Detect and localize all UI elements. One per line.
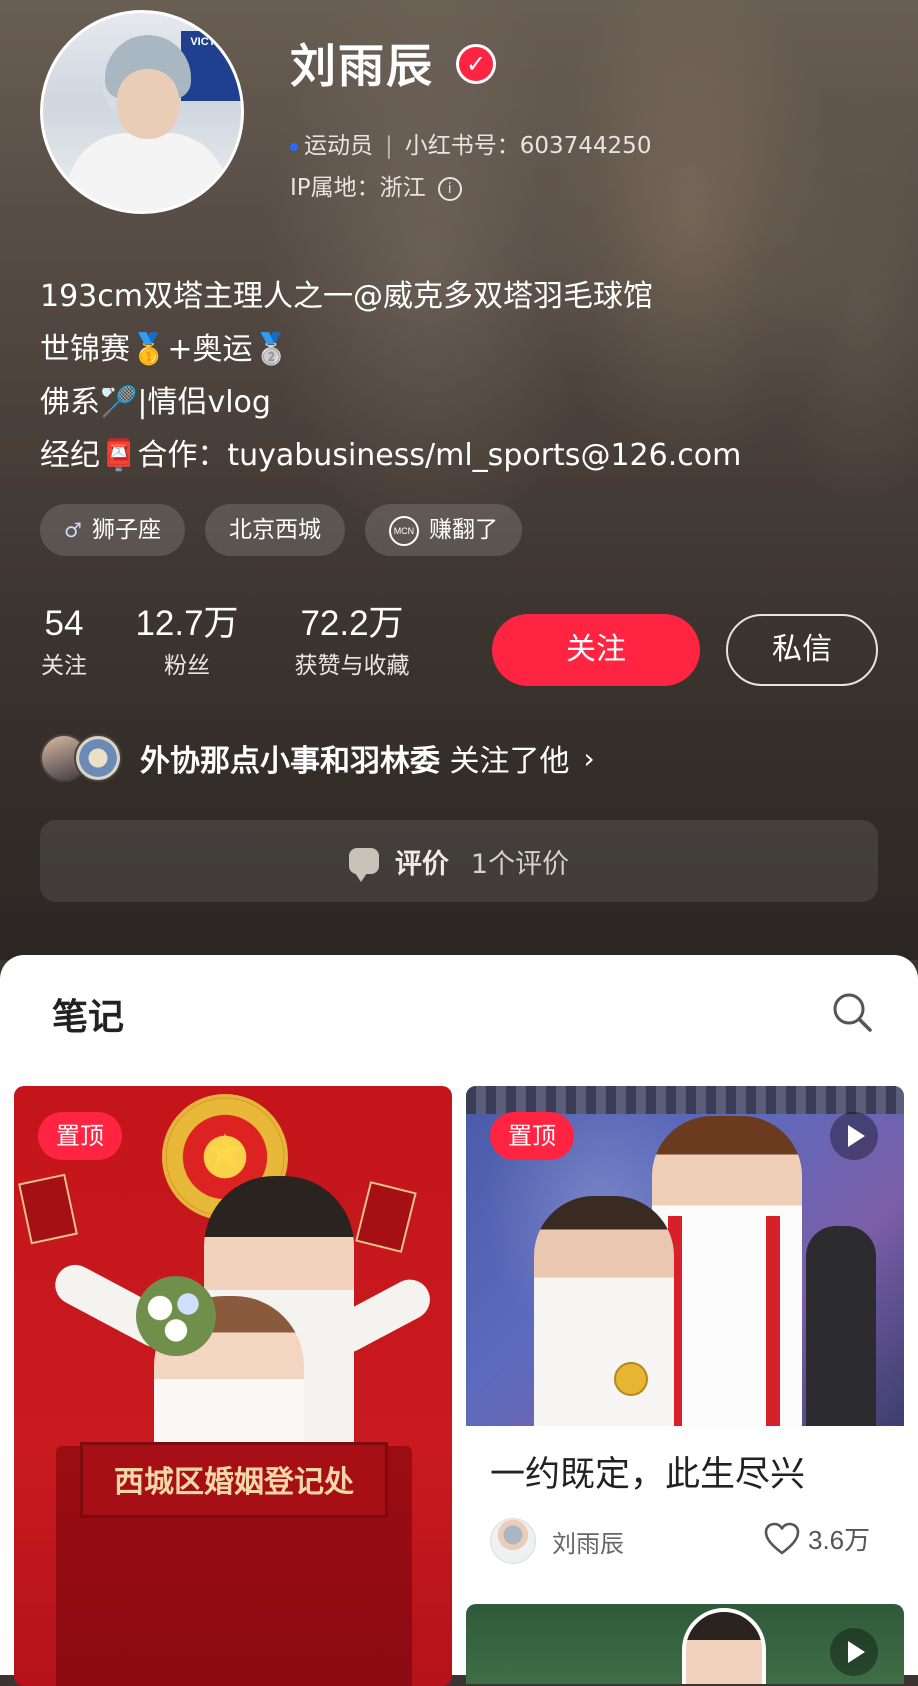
photo-background-person [806,1226,876,1426]
stat-fans-label: 粉丝 [164,653,210,679]
stat-fans-value: 12.7万 [135,604,239,643]
like-count: 3.6万 [808,1525,871,1555]
stat-following-label: 关注 [41,653,87,679]
chevron-right-icon: › [583,741,595,775]
avatar-shirt [67,133,227,211]
photo-bouquet [136,1276,216,1356]
note-author[interactable]: 刘雨辰 [490,1518,624,1564]
author-name: 刘雨辰 [552,1529,624,1558]
note-card-olympics[interactable]: 置顶 [466,1086,904,1426]
verified-badge-icon: ✓ [456,44,496,84]
tag-label: 北京西城 [228,517,321,543]
message-button[interactable]: 私信 [726,614,878,686]
bio-line: 193cm双塔主理人之一@威克多双塔羽毛球馆 [40,279,653,314]
tag-location[interactable]: 北京西城 [204,504,345,556]
male-icon: ♂ [64,518,82,542]
stat-likes[interactable]: 72.2万 获赞与收藏 [280,602,424,686]
mutual-names: 外协那点小事和羽林委 [140,744,440,779]
bio-line: 世锦赛🥇+奥运🥈 [40,332,290,367]
note-title[interactable]: 一约既定，此生尽兴 [490,1446,805,1497]
photo-stands [466,1086,904,1114]
follow-button[interactable]: 关注 [492,614,700,686]
mutual-suffix: 关注了他 [449,744,570,779]
profile-tags: ♂ 狮子座 北京西城 MCN 赚翻了 [40,504,522,556]
mutual-follow-text: 外协那点小事和羽林委 关注了他 [140,736,570,780]
profile-ip: IP属地：浙江 [290,175,426,201]
stat-fans[interactable]: 12.7万 粉丝 [132,602,242,686]
author-avatar [490,1518,536,1564]
search-icon[interactable] [830,990,874,1034]
tag-mcn[interactable]: MCN 赚翻了 [364,504,522,556]
photo-jacket-stripe [766,1216,780,1426]
tag-label: 狮子座 [91,517,161,543]
tag-zodiac[interactable]: ♂ 狮子座 [40,504,185,556]
stat-following-value: 54 [44,604,84,643]
note-like-button[interactable]: 3.6万 [764,1520,870,1557]
profile-name: 刘雨辰 [290,39,434,93]
photo-medal [614,1362,648,1396]
tag-label: 赚翻了 [428,517,498,543]
stat-likes-label: 获赞与收藏 [294,653,410,679]
profile-ip-line: IP属地：浙江 i [290,168,462,202]
profile-bio: 193cm双塔主理人之一@威克多双塔羽毛球馆 世锦赛🥇+奥运🥈 佛系🏸|情侣vl… [40,270,890,482]
photo-woman [534,1196,674,1426]
profile-xhs-id[interactable]: 小红书号：603744250 [405,133,652,159]
mutual-follow-row[interactable]: 外协那点小事和羽林委 关注了他 › [40,730,595,786]
notes-tab-title[interactable]: 笔记 [52,988,124,1040]
avatar-face [117,69,179,139]
meta-divider: | [385,133,393,159]
star-icon: ★ [203,1124,247,1180]
role-dot-icon [290,142,298,151]
heart-icon [764,1522,800,1554]
comment-icon [348,848,379,882]
bio-line: 佛系🏸|情侣vlog [40,385,271,420]
mutual-avatar [74,734,122,782]
marriage-certificate-image [355,1181,417,1253]
note-card-wedding[interactable]: ★ 西城区婚姻登记处 置顶 [14,1086,452,1686]
avatar-sponsor-sign: VICTOR [181,31,241,101]
profile-meta-line: 运动员 | 小红书号：603744250 [290,126,651,160]
note-card-next[interactable] [466,1604,904,1684]
profile-role: 运动员 [304,133,373,159]
podium-sign-text: 西城区婚姻登记处 [80,1442,388,1518]
video-play-icon [830,1112,878,1160]
stat-following[interactable]: 54 关注 [40,602,88,686]
review-bar[interactable]: 评价 1个评价 [40,820,878,902]
review-label: 评价 [394,848,449,880]
pinned-badge: 置顶 [490,1112,574,1160]
photo-person [682,1608,766,1684]
avatar-sign-text: VICTOR [190,36,232,48]
marriage-certificate-image [18,1173,78,1245]
stat-likes-value: 72.2万 [300,604,404,643]
review-count: 1个评价 [470,848,570,880]
avatar[interactable]: VICTOR [40,10,244,214]
pinned-badge: 置顶 [38,1112,122,1160]
mcn-icon: MCN [388,515,419,546]
bio-line: 经纪📮合作：tuyabusiness/ml_sports@126.com [40,438,742,473]
info-icon[interactable]: i [437,176,462,201]
video-play-icon [830,1628,878,1676]
